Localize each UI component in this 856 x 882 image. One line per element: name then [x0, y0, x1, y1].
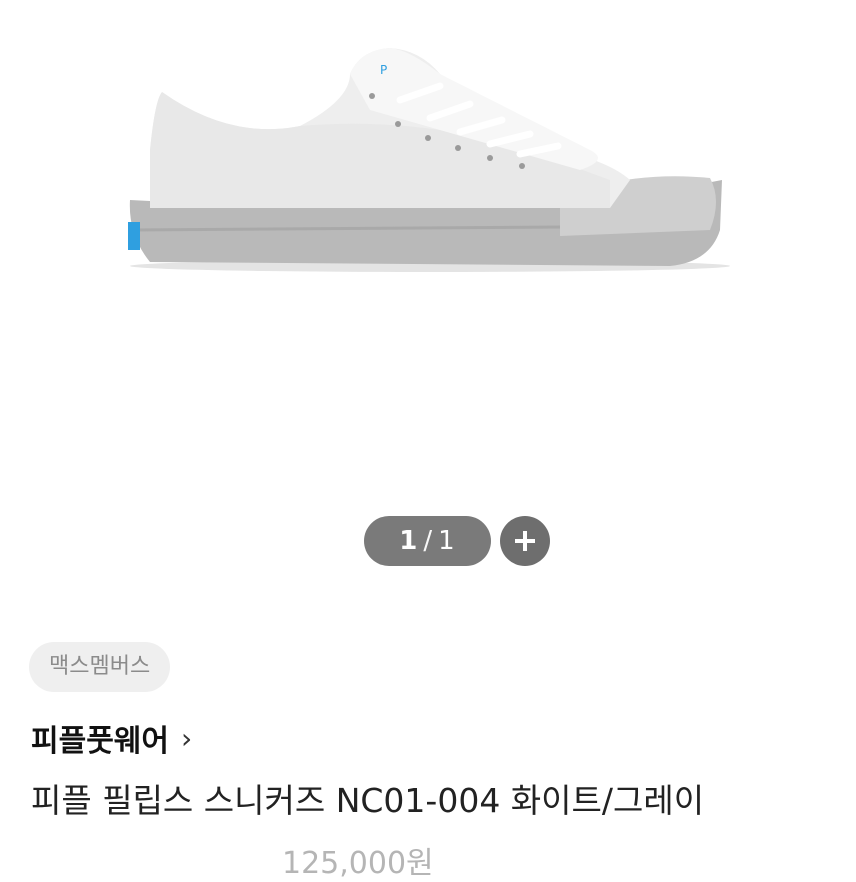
brand-name: 피플풋웨어: [31, 724, 169, 759]
product-image: P: [128, 48, 730, 272]
brand-link[interactable]: 피플풋웨어 ›: [31, 716, 192, 760]
chevron-right-icon: ›: [181, 721, 193, 755]
svg-text:P: P: [380, 63, 387, 77]
membership-badge: 맥스멤버스: [29, 642, 171, 692]
product-image-area[interactable]: P: [0, 0, 856, 500]
plus-icon: [515, 531, 535, 551]
pager-current: 1: [399, 526, 419, 556]
pager-separator: /: [423, 526, 434, 556]
pager-total: 1: [438, 526, 456, 556]
image-pager: 1 / 1: [364, 516, 491, 566]
product-price: 125,000원: [282, 846, 434, 881]
zoom-button[interactable]: [500, 516, 550, 566]
product-title: 피플 필립스 스니커즈 NC01-004 화이트/그레이: [31, 781, 705, 820]
